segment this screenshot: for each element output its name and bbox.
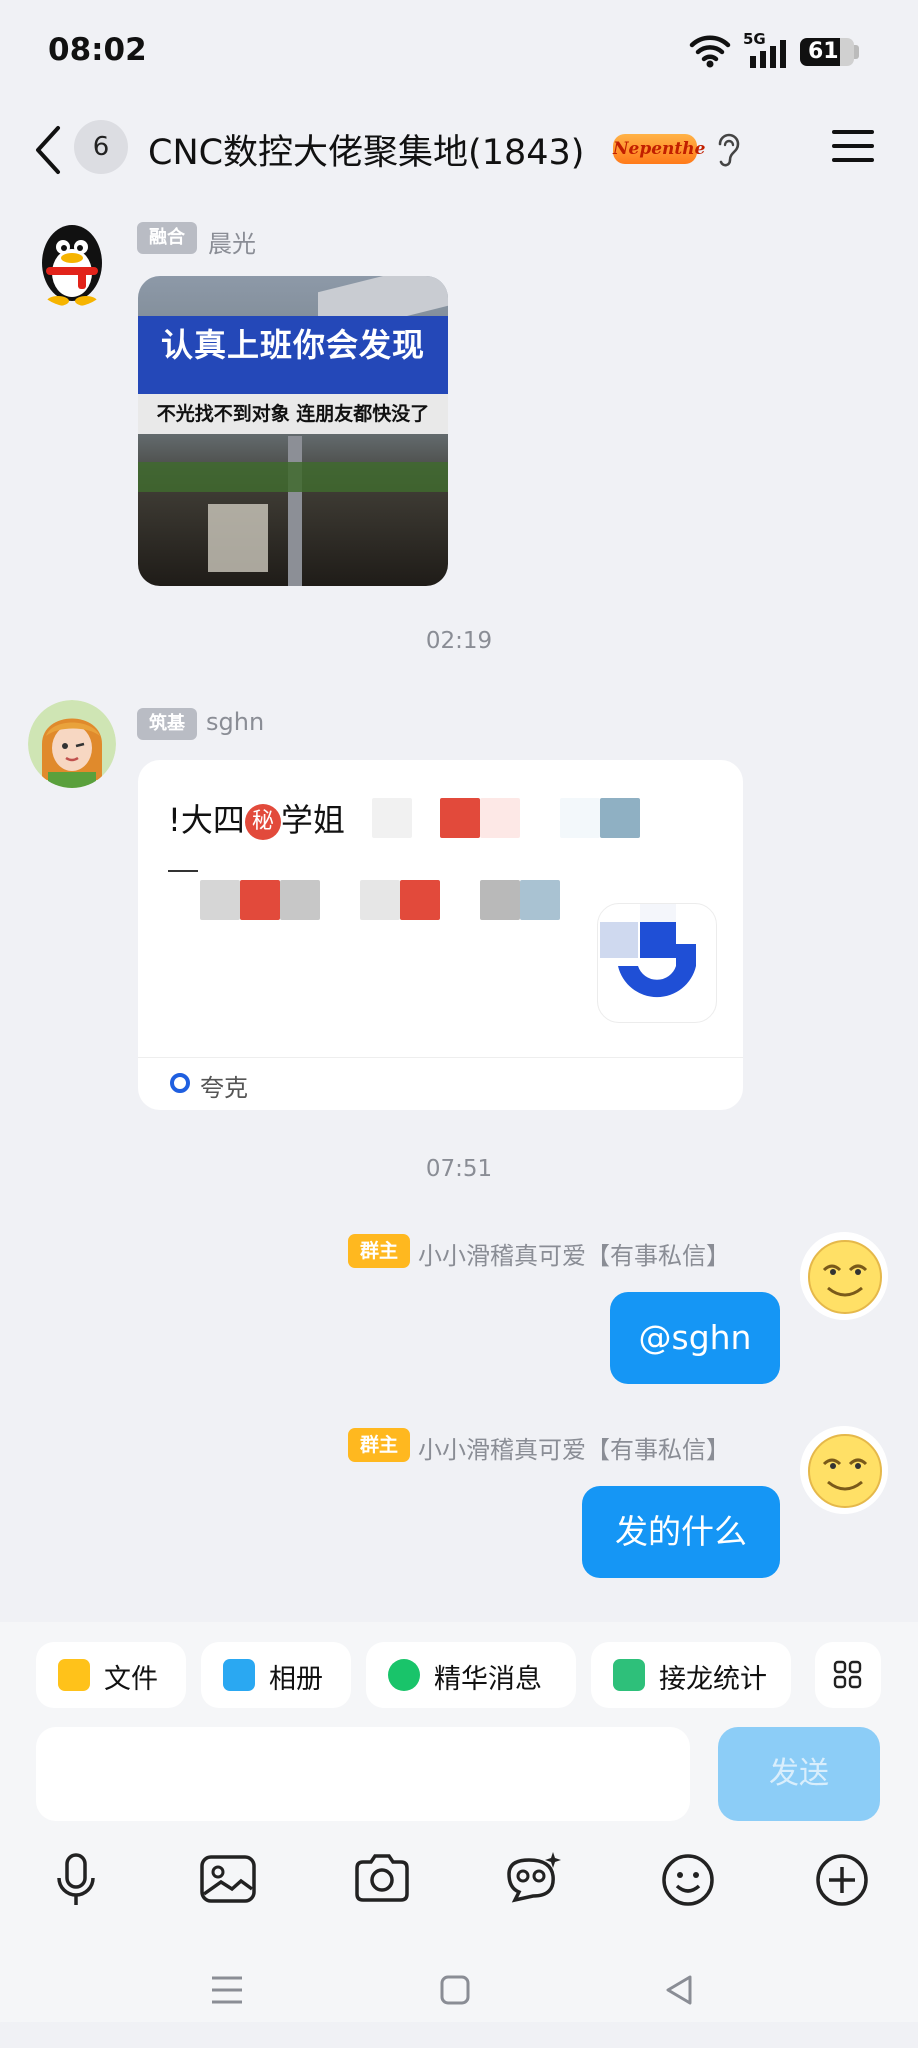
unread-count-badge[interactable]: 6 [74,120,128,174]
grid-icon [833,1660,862,1689]
star-badge-icon [388,1659,420,1691]
sender-name: 晨光 [208,230,256,258]
recent-apps-icon[interactable] [210,1974,244,2006]
timestamp: 02:19 [425,628,493,654]
secret-badge: 秘 [244,804,281,840]
quick-action-label: 相册 [269,1664,323,1695]
emoji-icon[interactable] [660,1852,716,1908]
member-tag: 融合 [137,222,197,254]
quick-action-relay[interactable]: 接龙统计 [591,1642,791,1708]
menu-icon[interactable] [830,126,876,166]
group-title: CNC数控大佬聚集地(1843) [148,133,585,173]
owner-badge: 群主 [348,1234,410,1268]
plus-icon[interactable] [814,1852,870,1908]
timestamp: 07:51 [425,1156,493,1182]
quick-action-label: 文件 [104,1664,158,1695]
sender-name: 小小滑稽真可爱【有事私信】 [418,1436,730,1464]
mosaic-block [240,880,280,920]
card-title-part: !大四 [168,801,245,839]
battery-tip [854,45,859,59]
wifi-icon [689,35,731,68]
ai-assistant-icon[interactable] [503,1850,563,1906]
mosaic-block [480,880,520,920]
avatar-smiley[interactable] [800,1232,888,1320]
photo-menu-board [208,504,268,572]
mosaic-block [560,798,600,838]
message-bubble[interactable]: @sghn [610,1292,780,1384]
owner-badge: 群主 [348,1428,410,1462]
image-icon[interactable] [199,1854,257,1904]
mosaic-block [400,880,440,920]
ear-icon[interactable] [714,130,742,170]
status-time: 08:02 [48,32,147,68]
member-tag: 筑基 [137,708,197,740]
relay-list-icon [613,1659,645,1691]
mosaic-block [600,798,640,838]
home-icon[interactable] [439,1974,471,2006]
quick-action-label: 精华消息 [434,1664,542,1695]
avatar-smiley[interactable] [800,1426,888,1514]
card-title-part: 学姐 [280,801,345,839]
photo-album-icon [223,1659,255,1691]
photo-pole [288,436,302,586]
card-source-label: 夸克 [200,1074,248,1102]
battery-indicator: 61 [800,38,840,66]
quick-action-file[interactable]: 文件 [36,1642,186,1708]
photo-plants [138,462,448,492]
signal-icon [750,40,786,68]
card-divider [138,1057,743,1058]
photo-sign-text: 认真上班你会发现 [160,326,425,364]
mosaic-block [200,880,240,920]
photo-sub-text: 不光找不到对象 连朋友都快没了 [156,403,430,425]
avatar-qq-penguin[interactable] [28,219,116,307]
message-bubble[interactable]: 发的什么 [582,1486,780,1578]
quick-action-label: 接龙统计 [659,1664,767,1695]
quark-app-thumbnail [597,903,717,1023]
image-message[interactable]: 认真上班你会发现 不光找不到对象 连朋友都快没了 [138,276,448,586]
microphone-icon[interactable] [54,1852,98,1908]
send-button[interactable]: 发送 [718,1727,880,1821]
back-icon[interactable] [30,124,66,176]
more-actions-button[interactable] [815,1642,881,1708]
back-nav-icon[interactable] [662,1974,696,2006]
folder-icon [58,1659,90,1691]
share-card-title[interactable]: !大四秘学姐 [168,795,345,841]
mosaic-block [360,880,400,920]
card-dash [168,870,198,872]
sender-name: 小小滑稽真可爱【有事私信】 [418,1242,730,1270]
mosaic-block [520,880,560,920]
mosaic-block [372,798,412,838]
camera-icon[interactable] [353,1852,411,1904]
avatar-girl[interactable] [28,700,116,788]
quark-logo-icon [600,904,696,998]
quick-action-album[interactable]: 相册 [201,1642,351,1708]
message-input[interactable] [36,1727,690,1821]
mosaic-block [280,880,320,920]
mosaic-block [440,798,480,838]
quark-source-icon [170,1073,190,1093]
mosaic-block [480,798,520,838]
quick-action-essence[interactable]: 精华消息 [366,1642,576,1708]
sender-name: sghn [206,708,265,736]
group-level-badge: Nepenthe [613,134,705,164]
